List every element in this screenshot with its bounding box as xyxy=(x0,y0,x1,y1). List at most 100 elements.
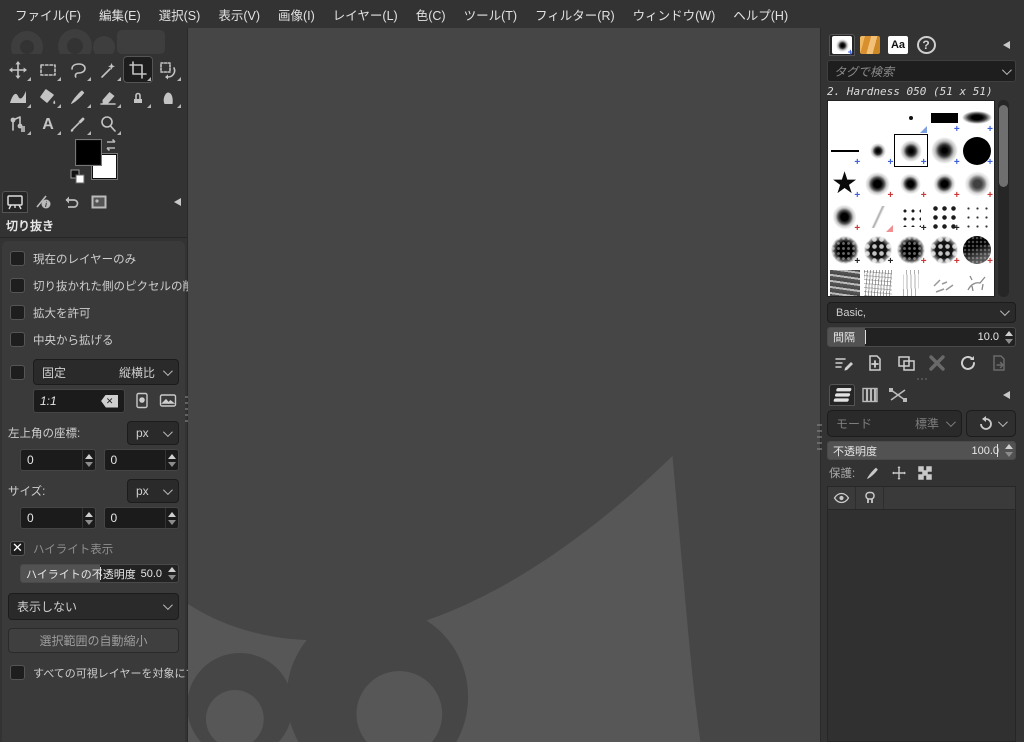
smudge-tool-button[interactable] xyxy=(153,83,183,110)
brush-scrollbar[interactable] xyxy=(998,100,1009,297)
duplicate-brush-button[interactable] xyxy=(895,353,917,373)
spin-down-icon[interactable] xyxy=(1004,338,1013,344)
menu-filters[interactable]: フィルター(R) xyxy=(526,1,624,28)
tab-layers[interactable] xyxy=(829,384,855,406)
clone-tool-button[interactable] xyxy=(123,83,153,110)
brush-item[interactable] xyxy=(861,200,894,233)
tab-undo-history[interactable] xyxy=(58,191,84,213)
layers-tab-menu-button[interactable] xyxy=(998,387,1014,403)
all-visible-layers-checkbox[interactable] xyxy=(10,665,25,680)
brushes-tab-menu-button[interactable] xyxy=(998,37,1014,53)
size-width-spinbox[interactable]: 0 xyxy=(20,507,96,529)
brush-item[interactable]: + xyxy=(961,101,994,135)
brush-item[interactable]: + xyxy=(961,233,994,267)
expand-from-center-checkbox[interactable] xyxy=(10,332,25,347)
brush-item-selected[interactable]: + xyxy=(894,134,928,168)
brush-tag-search[interactable]: タグで検索 xyxy=(827,60,1016,82)
highlight-opacity-slider[interactable]: ハイライトの不透明度 50.0 xyxy=(20,564,179,583)
brush-item[interactable]: + xyxy=(861,167,894,201)
tab-channels[interactable] xyxy=(857,384,883,406)
menu-help[interactable]: ヘルプ(H) xyxy=(724,1,797,28)
default-colors-icon[interactable] xyxy=(70,169,86,185)
spin-down-icon[interactable] xyxy=(84,519,93,525)
bucket-fill-tool-button[interactable] xyxy=(33,83,63,110)
free-select-tool-button[interactable] xyxy=(63,56,93,83)
rectangle-select-tool-button[interactable] xyxy=(33,56,63,83)
tab-patterns[interactable] xyxy=(857,34,883,56)
fixed-aspect-combo[interactable]: 固定 縦横比 xyxy=(33,359,179,385)
brush-item[interactable] xyxy=(894,101,927,134)
brush-item[interactable]: + xyxy=(828,200,861,234)
menu-layer[interactable]: レイヤー(L) xyxy=(324,1,407,28)
mode-group-switch-button[interactable] xyxy=(966,410,1016,437)
visibility-column-toggle[interactable] xyxy=(828,487,856,509)
brush-item[interactable]: + xyxy=(894,233,927,267)
spin-up-icon[interactable] xyxy=(167,567,176,572)
menu-edit[interactable]: 編集(E) xyxy=(90,1,150,28)
gradient-tool-button[interactable] xyxy=(3,83,33,110)
color-picker-tool-button[interactable] xyxy=(63,110,93,137)
current-layer-only-checkbox[interactable] xyxy=(10,251,25,266)
menu-tools[interactable]: ツール(T) xyxy=(455,1,526,28)
menu-colors[interactable]: 色(C) xyxy=(407,1,455,28)
scrollbar-thumb[interactable] xyxy=(999,105,1008,187)
layer-mode-combo[interactable]: モード 標準 xyxy=(827,410,962,437)
swap-colors-icon[interactable] xyxy=(104,138,120,152)
spin-down-icon[interactable] xyxy=(1004,452,1013,457)
paths-tool-button[interactable] xyxy=(3,110,33,137)
aspect-ratio-input[interactable]: 1:1 ✕ xyxy=(33,389,126,413)
brush-item[interactable]: + xyxy=(928,101,961,135)
tab-images[interactable] xyxy=(86,191,112,213)
spin-down-icon[interactable] xyxy=(84,461,93,467)
auto-shrink-button[interactable]: 選択範囲の自動縮小 xyxy=(8,628,179,653)
refresh-brushes-button[interactable] xyxy=(957,353,979,373)
brush-item[interactable]: + xyxy=(861,233,894,267)
position-unit-combo[interactable]: px xyxy=(127,421,179,445)
crop-tool-button[interactable] xyxy=(123,56,153,83)
spin-up-icon[interactable] xyxy=(84,453,93,459)
zoom-tool-button[interactable] xyxy=(93,110,123,137)
guides-combo[interactable]: 表示しない xyxy=(8,593,179,620)
tab-device-status[interactable]: i xyxy=(30,191,56,213)
text-tool-button[interactable]: A xyxy=(33,110,63,137)
open-brush-as-image-button[interactable] xyxy=(988,353,1010,373)
delete-cropped-pixels-checkbox[interactable] xyxy=(10,278,25,293)
menu-image[interactable]: 画像(I) xyxy=(269,1,324,28)
highlight-checkbox[interactable] xyxy=(10,540,25,556)
brush-item[interactable] xyxy=(961,200,994,233)
size-unit-combo[interactable]: px xyxy=(127,479,179,503)
size-height-spinbox[interactable]: 0 xyxy=(103,507,179,529)
brush-item[interactable] xyxy=(828,101,861,134)
spin-up-icon[interactable] xyxy=(168,453,176,459)
lock-position-icon[interactable] xyxy=(891,465,907,481)
transform-tool-button[interactable] xyxy=(153,56,183,83)
spin-down-icon[interactable] xyxy=(167,575,176,580)
brush-item[interactable] xyxy=(894,266,927,296)
brush-item[interactable] xyxy=(861,101,894,134)
clear-icon[interactable]: ✕ xyxy=(101,394,119,408)
link-column-toggle[interactable] xyxy=(856,487,884,509)
brush-item[interactable]: + xyxy=(928,200,961,234)
brush-item[interactable]: + xyxy=(828,134,861,168)
spin-up-icon[interactable] xyxy=(168,511,176,517)
spin-up-icon[interactable] xyxy=(84,511,93,517)
position-x-spinbox[interactable]: 0 xyxy=(20,449,96,471)
layer-list-empty[interactable] xyxy=(827,510,1016,742)
menu-file[interactable]: ファイル(F) xyxy=(6,1,90,28)
panel-resize-handle[interactable] xyxy=(817,424,822,450)
brush-item[interactable] xyxy=(961,266,994,296)
brush-item[interactable] xyxy=(861,266,894,296)
spin-up-icon[interactable] xyxy=(1004,330,1013,336)
spin-down-icon[interactable] xyxy=(168,461,176,467)
brush-item[interactable]: + xyxy=(961,134,994,168)
brush-item[interactable]: + xyxy=(828,233,861,267)
brush-item[interactable] xyxy=(928,266,961,296)
tab-help[interactable]: ? xyxy=(913,34,939,56)
menu-windows[interactable]: ウィンドウ(W) xyxy=(624,1,725,28)
brush-item[interactable]: + xyxy=(928,167,961,201)
position-y-spinbox[interactable]: 0 xyxy=(103,449,179,471)
tab-tool-options[interactable] xyxy=(2,191,28,213)
menu-view[interactable]: 表示(V) xyxy=(209,1,269,28)
brush-item[interactable]: + xyxy=(861,134,894,168)
fuzzy-select-tool-button[interactable] xyxy=(93,56,123,83)
